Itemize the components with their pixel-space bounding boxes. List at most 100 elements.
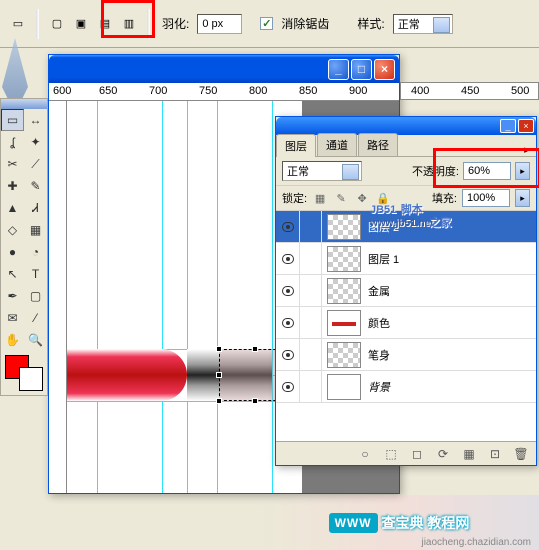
tool-path[interactable]: ↖ xyxy=(1,263,24,285)
transform-handle[interactable] xyxy=(216,372,222,378)
fill-input[interactable]: 100% xyxy=(462,189,510,207)
layer-thumbnail[interactable] xyxy=(327,246,361,272)
visibility-toggle[interactable] xyxy=(276,243,300,274)
layer-thumbnail[interactable] xyxy=(327,278,361,304)
panel-minimize-button[interactable]: _ xyxy=(500,119,516,133)
tool-notes[interactable]: ✉ xyxy=(1,307,24,329)
horizontal-ruler: 600 650 700 750 800 850 900 xyxy=(49,83,399,101)
tab-channels[interactable]: 通道 xyxy=(317,133,357,156)
layer-name-label[interactable]: 金属 xyxy=(366,283,536,299)
guide[interactable] xyxy=(187,101,188,493)
transform-handle[interactable] xyxy=(216,398,222,404)
layer-row[interactable]: 图层 1 xyxy=(276,243,536,275)
close-button[interactable]: × xyxy=(374,59,395,80)
minimize-button[interactable]: _ xyxy=(328,59,349,80)
transform-handle[interactable] xyxy=(216,346,222,352)
lock-all-icon[interactable]: 🔒 xyxy=(375,190,391,206)
panel-titlebar[interactable]: _ × xyxy=(276,117,536,135)
lock-transparency-icon[interactable]: ▦ xyxy=(312,190,328,206)
feather-label: 羽化: xyxy=(162,15,189,32)
blend-mode-dropdown[interactable]: 正常 xyxy=(282,161,362,181)
guide[interactable] xyxy=(97,101,98,493)
fill-slider-button[interactable]: ▸ xyxy=(515,189,530,207)
antialias-checkbox[interactable]: ✓ xyxy=(260,17,273,30)
layer-list: 图层 2 图层 1 金属颜色笔身背景 xyxy=(276,211,536,441)
layer-row[interactable]: 笔身 xyxy=(276,339,536,371)
layer-thumbnail[interactable] xyxy=(327,374,361,400)
layer-row[interactable]: 图层 2 xyxy=(276,211,536,243)
new-layer-button[interactable]: ⊡ xyxy=(486,445,504,463)
tool-marquee[interactable]: ▭ xyxy=(1,109,24,131)
tool-eraser[interactable]: ◇ xyxy=(1,219,24,241)
tool-lasso[interactable]: ʆ xyxy=(1,131,24,153)
tool-brush[interactable]: ✎ xyxy=(24,175,47,197)
palette-grip[interactable] xyxy=(1,99,47,109)
mask-button[interactable]: ◻ xyxy=(408,445,426,463)
vertical-ruler xyxy=(49,101,67,493)
tool-wand[interactable]: ✦ xyxy=(24,131,47,153)
selection-new-icon[interactable]: ▢ xyxy=(47,14,67,34)
visibility-toggle[interactable] xyxy=(276,371,300,402)
selection-add-icon[interactable]: ▣ xyxy=(71,14,91,34)
layer-name-label[interactable]: 笔身 xyxy=(366,347,536,363)
layer-row[interactable]: 背景 xyxy=(276,371,536,403)
tool-hand[interactable]: ✋ xyxy=(1,329,24,351)
adjustment-button[interactable]: ⟳ xyxy=(434,445,452,463)
link-column[interactable] xyxy=(300,211,322,242)
transform-handle[interactable] xyxy=(252,398,258,404)
visibility-toggle[interactable] xyxy=(276,339,300,370)
layer-name-label[interactable]: 背景 xyxy=(366,379,536,395)
layer-thumbnail[interactable] xyxy=(327,342,361,368)
layer-thumbnail[interactable] xyxy=(327,310,361,336)
guide[interactable] xyxy=(272,101,273,493)
visibility-toggle[interactable] xyxy=(276,211,300,242)
tool-type[interactable]: T xyxy=(24,263,47,285)
tool-slice[interactable]: ⟋ xyxy=(24,153,47,175)
tool-preset-icon[interactable]: ▭ xyxy=(8,14,28,34)
guide[interactable] xyxy=(162,101,163,493)
tool-eyedrop[interactable]: ⁄ xyxy=(24,307,47,329)
background-color[interactable] xyxy=(19,367,43,391)
link-column[interactable] xyxy=(300,371,322,402)
feather-input[interactable] xyxy=(197,14,242,34)
tool-crop[interactable]: ✂ xyxy=(1,153,24,175)
tool-shape[interactable]: ▢ xyxy=(24,285,47,307)
lock-position-icon[interactable]: ✥ xyxy=(354,190,370,206)
tool-dodge[interactable]: ◔ xyxy=(24,241,47,263)
layer-name-label[interactable]: 图层 1 xyxy=(366,251,536,267)
tool-zoom[interactable]: 🔍 xyxy=(24,329,47,351)
layer-row[interactable]: 颜色 xyxy=(276,307,536,339)
layer-name-label[interactable]: 图层 2 xyxy=(366,219,536,235)
delete-button[interactable]: 🗑 xyxy=(512,445,530,463)
link-button[interactable]: ○ xyxy=(356,445,374,463)
tool-history[interactable]: Ꮧ xyxy=(24,197,47,219)
tool-gradient[interactable]: ▦ xyxy=(24,219,47,241)
group-button[interactable]: ▦ xyxy=(460,445,478,463)
tab-layers[interactable]: 图层 xyxy=(276,134,316,157)
tool-heal[interactable]: ✚ xyxy=(1,175,24,197)
style-dropdown[interactable]: 正常 xyxy=(393,14,453,34)
link-column[interactable] xyxy=(300,243,322,274)
visibility-toggle[interactable] xyxy=(276,307,300,338)
guide[interactable] xyxy=(217,101,218,493)
canvas[interactable] xyxy=(67,101,302,493)
tool-stamp[interactable]: ▲ xyxy=(1,197,24,219)
panel-close-button[interactable]: × xyxy=(518,119,534,133)
tool-move[interactable]: ↔ xyxy=(24,109,47,131)
tool-pen[interactable]: ✒ xyxy=(1,285,24,307)
link-column[interactable] xyxy=(300,307,322,338)
guide[interactable] xyxy=(67,401,302,402)
layer-row[interactable]: 金属 xyxy=(276,275,536,307)
fx-button[interactable]: ⬚ xyxy=(382,445,400,463)
transform-handle[interactable] xyxy=(252,346,258,352)
visibility-toggle[interactable] xyxy=(276,275,300,306)
layer-name-label[interactable]: 颜色 xyxy=(366,315,536,331)
link-column[interactable] xyxy=(300,275,322,306)
tool-blur[interactable]: ● xyxy=(1,241,24,263)
link-column[interactable] xyxy=(300,339,322,370)
lock-pixels-icon[interactable]: ✎ xyxy=(333,190,349,206)
tab-paths[interactable]: 路径 xyxy=(358,133,398,156)
layer-thumbnail[interactable] xyxy=(327,214,361,240)
tools-palette: ▭↔ʆ✦✂⟋✚✎▲Ꮧ◇▦●◔↖T✒▢✉⁄✋🔍 xyxy=(0,98,48,396)
maximize-button[interactable]: □ xyxy=(351,59,372,80)
